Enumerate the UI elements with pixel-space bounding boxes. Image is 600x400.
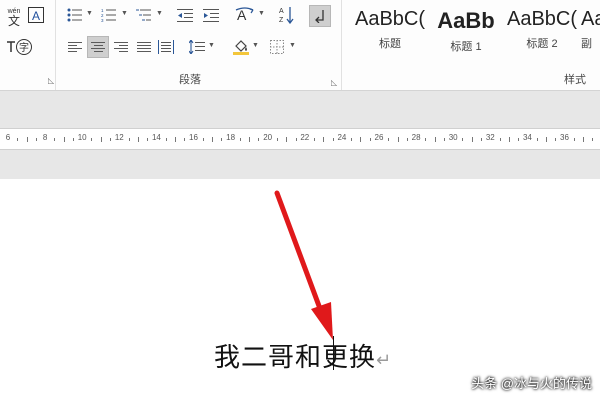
watermark: 头条 @冰与火的传说 [471,376,592,391]
red-arrow-shaft [274,190,325,317]
red-arrow-annotation [274,190,333,340]
red-arrow-head [311,302,333,340]
